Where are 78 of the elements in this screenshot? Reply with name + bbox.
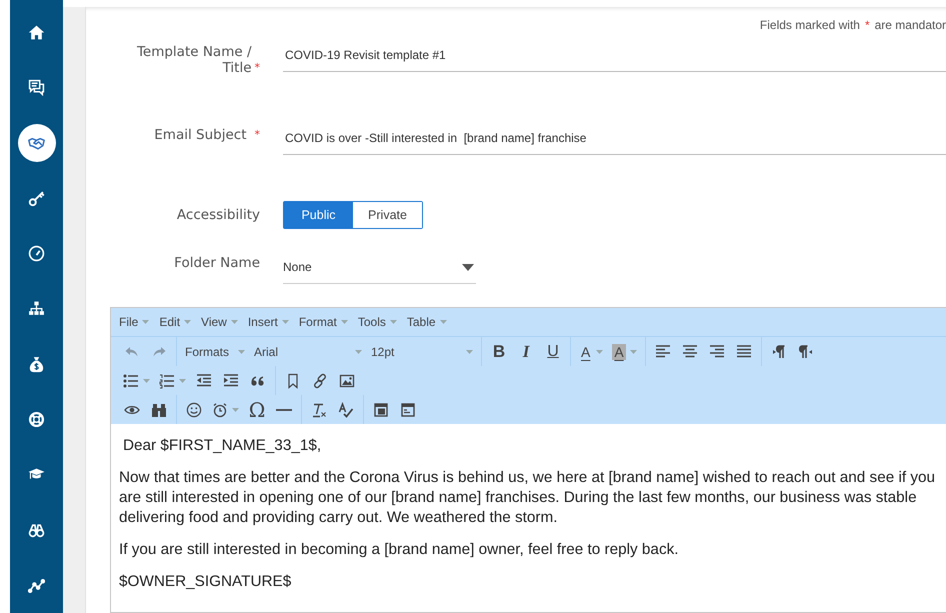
- menu-item[interactable]: Tools: [352, 315, 402, 329]
- trend-line-icon: [28, 576, 45, 594]
- money-bag-icon: [28, 356, 45, 373]
- bold-button[interactable]: B: [486, 340, 512, 364]
- email-paragraph: $OWNER_SIGNATURE$: [119, 572, 292, 592]
- template-name-field[interactable]: COVID-19 Revisit template #1: [283, 44, 946, 72]
- caret-icon: [143, 378, 150, 382]
- caret-icon: [390, 320, 397, 324]
- highlight-button[interactable]: A: [608, 340, 641, 364]
- binoculars-icon: [28, 522, 45, 539]
- caret-icon: [355, 350, 362, 354]
- justify-icon: [736, 344, 752, 360]
- required-asterisk: *: [864, 18, 870, 32]
- email-paragraph: Now that times are better and the Corona Virus is behind us, we here at [brand name] wished to reach out and see if you are still interested in opening one of our [brand name] franchises. During the last few months, our business was stable delivering food and providing carry out. We weathered the storm.: [119, 468, 936, 528]
- paragraph-ltr-icon: [770, 344, 787, 360]
- caret-icon: [440, 320, 447, 324]
- menu-item[interactable]: Table: [402, 315, 452, 329]
- required-asterisk: *: [254, 60, 260, 76]
- caret-icon: [232, 408, 239, 412]
- caret-icon: [230, 320, 238, 324]
- binoculars-icon: [151, 402, 167, 418]
- align-right-icon: [708, 344, 725, 360]
- outdent-icon: [196, 372, 212, 388]
- field-label: Accessibility: [176, 207, 260, 223]
- email-subject-field[interactable]: COVID is over -Still interested in [brand name] franchise: [283, 127, 946, 155]
- caret-icon: [179, 378, 186, 382]
- menu-item[interactable]: Edit: [154, 315, 196, 329]
- menu-item[interactable]: Format: [294, 315, 353, 329]
- caret-icon: [630, 350, 637, 354]
- email-paragraph: If you are still interested in becoming a [brand name] owner, feel free to reply back.: [119, 540, 680, 560]
- dropdown-arrow-icon: [462, 264, 474, 270]
- mandatory-note: Fields marked with: [760, 18, 860, 32]
- required-asterisk: *: [254, 128, 260, 141]
- alarm-clock-icon: [212, 402, 228, 418]
- numbered-list-icon: [159, 372, 175, 388]
- menu-item[interactable]: File: [114, 315, 154, 329]
- paragraph-rtl-icon: [798, 344, 814, 360]
- caret-icon: [282, 320, 289, 324]
- menu-item[interactable]: View: [196, 315, 243, 329]
- italic-button[interactable]: I: [513, 340, 539, 364]
- font-dropdown[interactable]: Arial: [250, 340, 366, 364]
- caret-icon: [238, 350, 245, 354]
- home-icon: [28, 24, 45, 42]
- caret-icon: [466, 350, 473, 354]
- horizontal-line-icon: [276, 408, 292, 410]
- caret-icon: [184, 320, 192, 324]
- indent-icon: [223, 372, 239, 388]
- code-sample-icon: [400, 402, 416, 418]
- bullet-list-icon: [123, 372, 139, 388]
- text-color-button[interactable]: A: [575, 340, 608, 364]
- gauge-icon: [28, 245, 45, 262]
- menu-item[interactable]: Insert: [242, 315, 294, 329]
- formats-dropdown[interactable]: Formats: [181, 340, 249, 364]
- field-label: Template Name / Title: [136, 44, 252, 76]
- template-icon: [373, 402, 389, 418]
- special-character-button[interactable]: Ω: [244, 398, 270, 422]
- toggle-option[interactable]: Public: [284, 202, 353, 228]
- clear-formatting-icon: [311, 402, 327, 418]
- underline-button[interactable]: U: [540, 340, 566, 364]
- font-size-dropdown[interactable]: 12pt: [367, 340, 477, 364]
- field-label: Email Subject: [154, 127, 246, 143]
- link-icon: [312, 372, 328, 388]
- lifebuoy-icon: [28, 410, 45, 428]
- folder-dropdown[interactable]: None: [283, 255, 476, 284]
- align-left-icon: [654, 344, 671, 360]
- chat-icon: [28, 79, 45, 96]
- spellcheck-icon: [338, 402, 354, 418]
- caret-icon: [596, 350, 604, 354]
- key-icon: [28, 190, 45, 207]
- smiley-icon: [186, 402, 202, 418]
- caret-icon: [340, 320, 348, 324]
- caret-icon: [142, 320, 150, 324]
- mandatory-note: are mandator: [874, 18, 946, 32]
- field-label: Folder Name: [173, 255, 260, 271]
- email-paragraph: Dear $FIRST_NAME_33_1$,: [122, 436, 322, 456]
- align-center-icon: [682, 344, 698, 360]
- image-icon: [339, 372, 355, 388]
- org-chart-icon: [28, 300, 45, 318]
